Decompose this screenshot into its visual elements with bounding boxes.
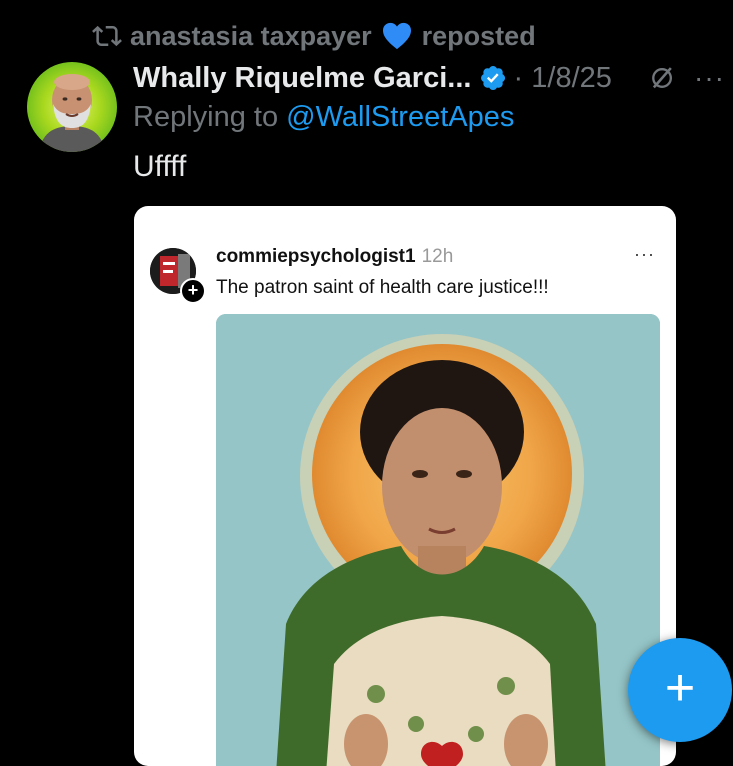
embedded-username[interactable]: commiepsychologist1 xyxy=(216,246,416,267)
blue-heart-icon xyxy=(382,22,411,50)
repost-action: reposted xyxy=(421,20,536,51)
embedded-image[interactable] xyxy=(216,314,660,766)
repost-user[interactable]: anastasia taxpayer xyxy=(130,21,372,52)
follow-plus-icon[interactable]: + xyxy=(180,278,206,304)
reply-context: Replying to @WallStreetApes xyxy=(133,101,514,134)
reply-handle-link[interactable]: @WallStreetApes xyxy=(286,101,514,133)
repost-icon xyxy=(92,25,122,47)
embedded-more-icon[interactable]: ··· xyxy=(634,244,655,265)
more-icon[interactable]: ··· xyxy=(694,62,725,94)
author-photo xyxy=(39,74,105,152)
reply-prefix: Replying to xyxy=(133,101,279,133)
compose-button[interactable]: + xyxy=(628,638,732,742)
post-text: Uffff xyxy=(133,150,187,183)
embedded-post-card[interactable]: + commiepsychologist1 12h ··· The patron … xyxy=(134,206,676,766)
post-date[interactable]: · 1/8/25 xyxy=(514,62,612,95)
verified-badge-icon xyxy=(481,65,506,91)
embedded-text: The patron saint of health care justice!… xyxy=(216,277,549,298)
post-header: Whally Riquelme Garci... · 1/8/25 ··· xyxy=(133,58,725,98)
author-name[interactable]: Whally Riquelme Garci... xyxy=(133,62,471,95)
author-avatar[interactable] xyxy=(27,62,117,152)
saint-portrait-image xyxy=(216,314,660,766)
repost-context[interactable]: anastasia taxpayer reposted xyxy=(92,18,536,54)
embedded-time: 12h xyxy=(421,246,454,267)
embedded-user-line: commiepsychologist1 12h xyxy=(216,246,453,268)
grok-icon[interactable] xyxy=(648,63,676,93)
